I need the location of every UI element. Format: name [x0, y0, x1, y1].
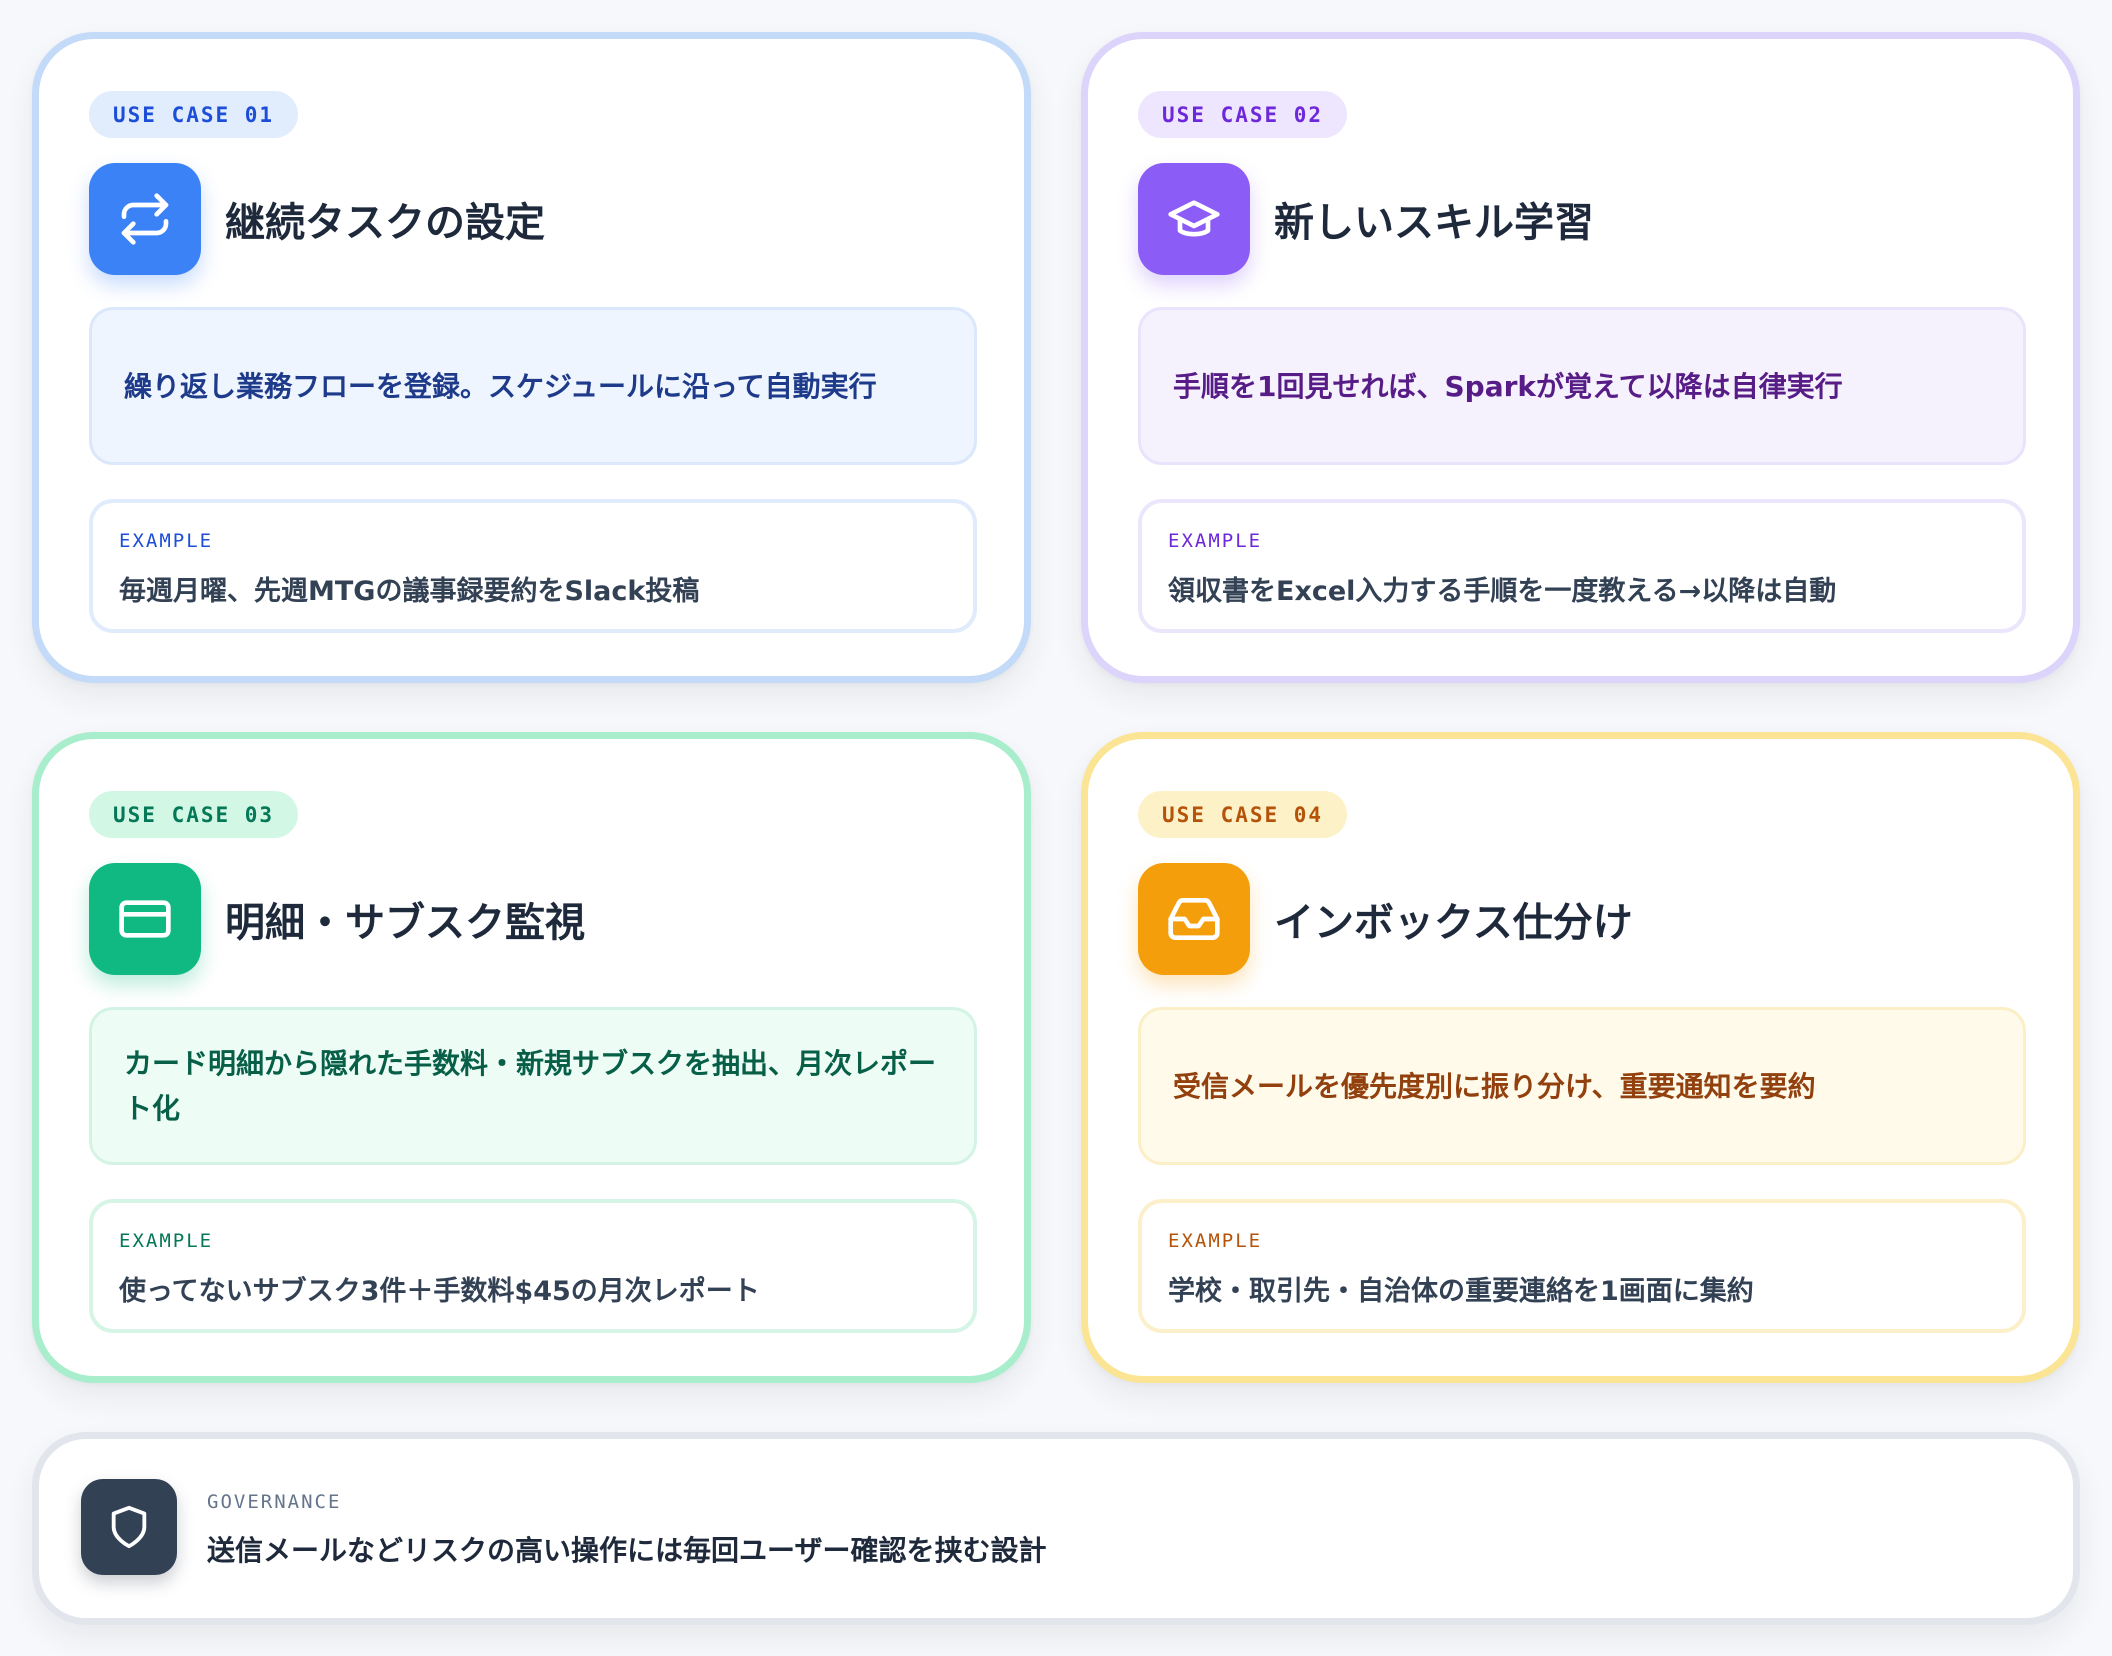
- example-label: EXAMPLE: [1168, 1230, 1263, 1252]
- governance-text: 送信メールなどリスクの高い操作には毎回ユーザー確認を挟む設計: [207, 1534, 1047, 1567]
- governance-panel: GOVERNANCE 送信メールなどリスクの高い操作には毎回ユーザー確認を挟む設…: [32, 1432, 2080, 1625]
- card-description-text: カード明細から隠れた手数料・新規サブスクを抽出、月次レポート化: [124, 1047, 937, 1125]
- example-label: EXAMPLE: [119, 1230, 214, 1252]
- use-case-badge: USE CASE 03: [89, 791, 299, 838]
- card-description: カード明細から隠れた手数料・新規サブスクを抽出、月次レポート化: [89, 1007, 977, 1165]
- card-description-text: 手順を1回見せれば、Sparkが覚えて以降は自律実行: [1173, 369, 1843, 403]
- use-case-card-02: USE CASE 02 新しいスキル学習 手順を1回見せれば、Sparkが覚えて…: [1081, 32, 2080, 683]
- card-description: 繰り返し業務フローを登録。スケジュールに沿って自動実行: [89, 307, 977, 465]
- card-description: 受信メールを優先度別に振り分け、重要通知を要約: [1138, 1007, 2026, 1165]
- example-label: EXAMPLE: [1168, 530, 1263, 552]
- use-case-card-04: USE CASE 04 インボックス仕分け 受信メールを優先度別に振り分け、重要…: [1081, 732, 2080, 1383]
- card-description-text: 受信メールを優先度別に振り分け、重要通知を要約: [1173, 1069, 1816, 1103]
- example-text: 領収書をExcel入力する手順を一度教える→以降は自動: [1168, 576, 1837, 607]
- example-box: EXAMPLE 学校・取引先・自治体の重要連絡を1画面に集約: [1138, 1199, 2026, 1333]
- repeat-icon: [89, 163, 201, 275]
- use-case-badge: USE CASE 01: [89, 91, 299, 138]
- example-box: EXAMPLE 領収書をExcel入力する手順を一度教える→以降は自動: [1138, 499, 2026, 633]
- example-box: EXAMPLE 毎週月曜、先週MTGの議事録要約をSlack投稿: [89, 499, 977, 633]
- example-text: 学校・取引先・自治体の重要連絡を1画面に集約: [1168, 1276, 1754, 1307]
- use-case-card-01: USE CASE 01 継続タスクの設定 繰り返し業務フローを登録。スケジュール…: [32, 32, 1031, 683]
- use-case-card-03: USE CASE 03 明細・サブスク監視 カード明細から隠れた手数料・新規サブ…: [32, 732, 1031, 1383]
- card-description-text: 繰り返し業務フローを登録。スケジュールに沿って自動実行: [124, 369, 877, 403]
- inbox-icon: [1138, 863, 1250, 975]
- card-title: 明細・サブスク監視: [225, 900, 585, 946]
- governance-label: GOVERNANCE: [207, 1491, 342, 1513]
- credit-card-icon: [89, 863, 201, 975]
- example-text: 毎週月曜、先週MTGの議事録要約をSlack投稿: [119, 576, 700, 607]
- shield-icon: [81, 1479, 177, 1575]
- card-title: 新しいスキル学習: [1274, 200, 1594, 246]
- graduation-cap-icon: [1138, 163, 1250, 275]
- example-label: EXAMPLE: [119, 530, 214, 552]
- example-box: EXAMPLE 使ってないサブスク3件＋手数料$45の月次レポート: [89, 1199, 977, 1333]
- card-title: インボックス仕分け: [1274, 900, 1633, 946]
- example-text: 使ってないサブスク3件＋手数料$45の月次レポート: [119, 1276, 760, 1307]
- use-case-badge: USE CASE 02: [1138, 91, 1348, 138]
- card-description: 手順を1回見せれば、Sparkが覚えて以降は自律実行: [1138, 307, 2026, 465]
- use-case-badge: USE CASE 04: [1138, 791, 1348, 838]
- card-title: 継続タスクの設定: [225, 200, 545, 246]
